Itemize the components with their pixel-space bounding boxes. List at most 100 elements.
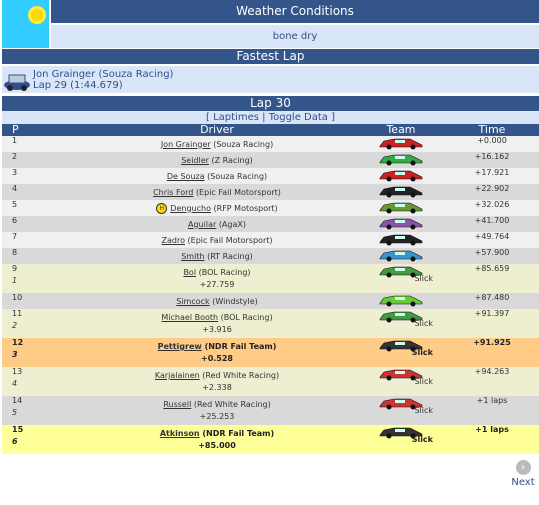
position: 8 [12,248,18,257]
driver-cell: Smith (RT Racing) [77,248,357,264]
car-livery-icon [379,138,423,150]
driver-team: (Red White Racing) [202,371,280,380]
table-row: 9 1 Bol (BOL Racing) +27.759 Slick +85.659 [2,264,539,293]
helmet-icon: H [156,202,168,214]
team-car-cell: Slick [357,367,445,396]
table-row: 8 Smith (RT Racing) +57.900 [2,248,539,264]
car-livery-icon [379,202,423,214]
position: 3 [12,168,18,177]
team-car-cell: Slick [357,425,445,454]
driver-link[interactable]: Atkinson [160,429,200,438]
driver-link[interactable]: Karjalainen [155,371,200,380]
position: 10 [12,293,23,302]
time-cell: +17.921 [474,168,510,177]
driver-link[interactable]: Aguilar [188,220,216,229]
team-car-cell [357,200,445,216]
team-car-cell: Slick [357,338,445,367]
team-car-cell [357,232,445,248]
time-cell: +94.263 [474,367,510,376]
driver-team: (Epic Fail Motorsport) [187,235,273,245]
tyre-type: Slick [414,406,433,415]
driver-cell: H Dengucho (RFP Motosport) [77,200,357,216]
position-cell: 5 [2,200,77,216]
car-livery-icon [379,218,423,230]
col-team: Team [357,124,445,136]
table-row: 3 De Souza (Souza Racing) +17.921 [2,168,539,184]
driver-link[interactable]: Seidler [181,156,209,165]
driver-link[interactable]: Jon Grainger [161,140,211,149]
position-cell: 12 3 [2,338,77,367]
position-cell: 11 2 [2,309,77,338]
driver-link[interactable]: Dengucho [170,204,211,213]
table-row: 4 Chris Ford (Epic Fail Motorsport) +22.90… [2,184,539,200]
fastest-lap-driver: Jon Grainger (Souza Racing) [33,69,174,80]
car-livery-icon [379,295,423,307]
table-row: 6 Aguilar (AgaX) +41.700 [2,216,539,232]
driver-team: (Windstyle) [212,296,258,306]
driver-link[interactable]: Michael Booth [161,313,218,322]
position-cell: 1 [2,136,77,152]
sun-icon [2,0,49,48]
weather-condition: bone dry [51,25,539,48]
time-cell: +49.764 [474,232,510,241]
position: 7 [12,232,18,241]
col-driver: Driver [77,124,357,136]
driver-team: (Z Racing) [211,155,253,165]
tyre-type: Slick [411,348,433,357]
next-button[interactable]: › Next [508,460,538,488]
driver-team: (Red White Racing) [193,400,271,409]
driver-link[interactable]: Bol [183,268,196,277]
table-row: 15 6 Atkinson (NDR Fail Team) +85.000 Slick +… [2,425,539,454]
team-car-cell: Slick [357,309,445,338]
driver-link[interactable]: Smith [181,252,204,261]
team-car-cell [357,168,445,184]
driver-team: (RFP Motosport) [213,203,278,213]
position-cell: 13 4 [2,367,77,396]
driver-link[interactable]: De Souza [167,172,205,181]
col-time: Time [445,124,539,136]
driver-link[interactable]: Simcock [176,297,209,306]
driver-cell: Seidler (Z Racing) [77,152,357,168]
position-cell: 8 [2,248,77,264]
time-cell: +41.700 [474,216,510,225]
class-gap: +0.528 [200,354,233,363]
driver-link[interactable]: Zadro [162,236,185,245]
tyre-type: Slick [411,435,433,444]
team-car-cell [357,293,445,309]
driver-cell: Pettigrew (NDR Fail Team) +0.528 [77,338,357,367]
team-car-cell [357,184,445,200]
driver-team: (Souza Racing) [213,139,274,149]
tyre-type: Slick [414,274,433,283]
time-cell: +16.162 [474,152,510,161]
driver-link[interactable]: Chris Ford [153,188,193,197]
driver-cell: Chris Ford (Epic Fail Motorsport) [77,184,357,200]
table-row: 2 Seidler (Z Racing) +16.162 [2,152,539,168]
position-cell: 15 6 [2,425,77,454]
position-cell: 10 [2,293,77,309]
driver-link[interactable]: Pettigrew [158,342,202,351]
car-livery-icon [379,234,423,246]
fastest-lap-panel: Jon Grainger (Souza Racing) Lap 29 (1:44… [2,66,539,93]
driver-link[interactable]: Russell [163,400,191,409]
position: 11 [12,309,23,318]
driver-cell: Jon Grainger (Souza Racing) [77,136,357,152]
position-cell: 91 [2,264,77,293]
table-row: 13 4 Karjalainen (Red White Racing) +2.338 S… [2,367,539,396]
driver-cell: Aguilar (AgaX) [77,216,357,232]
position: 12 [12,338,24,347]
driver-team: (BOL Racing) [198,268,251,277]
team-car-cell [357,136,445,152]
position: 14 [12,396,23,405]
position: 15 [12,425,24,434]
toggle-data-link[interactable]: Toggle Data [269,112,328,123]
time-cell: +85.659 [474,264,510,273]
position: 4 [12,184,18,193]
driver-team: (NDR Fail Team) [204,342,277,351]
table-row: 5 H Dengucho (RFP Motosport) +32.026 [2,200,539,216]
driver-team: (AgaX) [218,219,246,229]
table-row: 10 Simcock (Windstyle) +87.480 [2,293,539,309]
table-row: 7 Zadro (Epic Fail Motorsport) +49.764 [2,232,539,248]
arrow-right-icon: › [515,460,531,475]
class-position: 2 [12,321,18,330]
laptimes-link[interactable]: Laptimes [213,112,259,123]
